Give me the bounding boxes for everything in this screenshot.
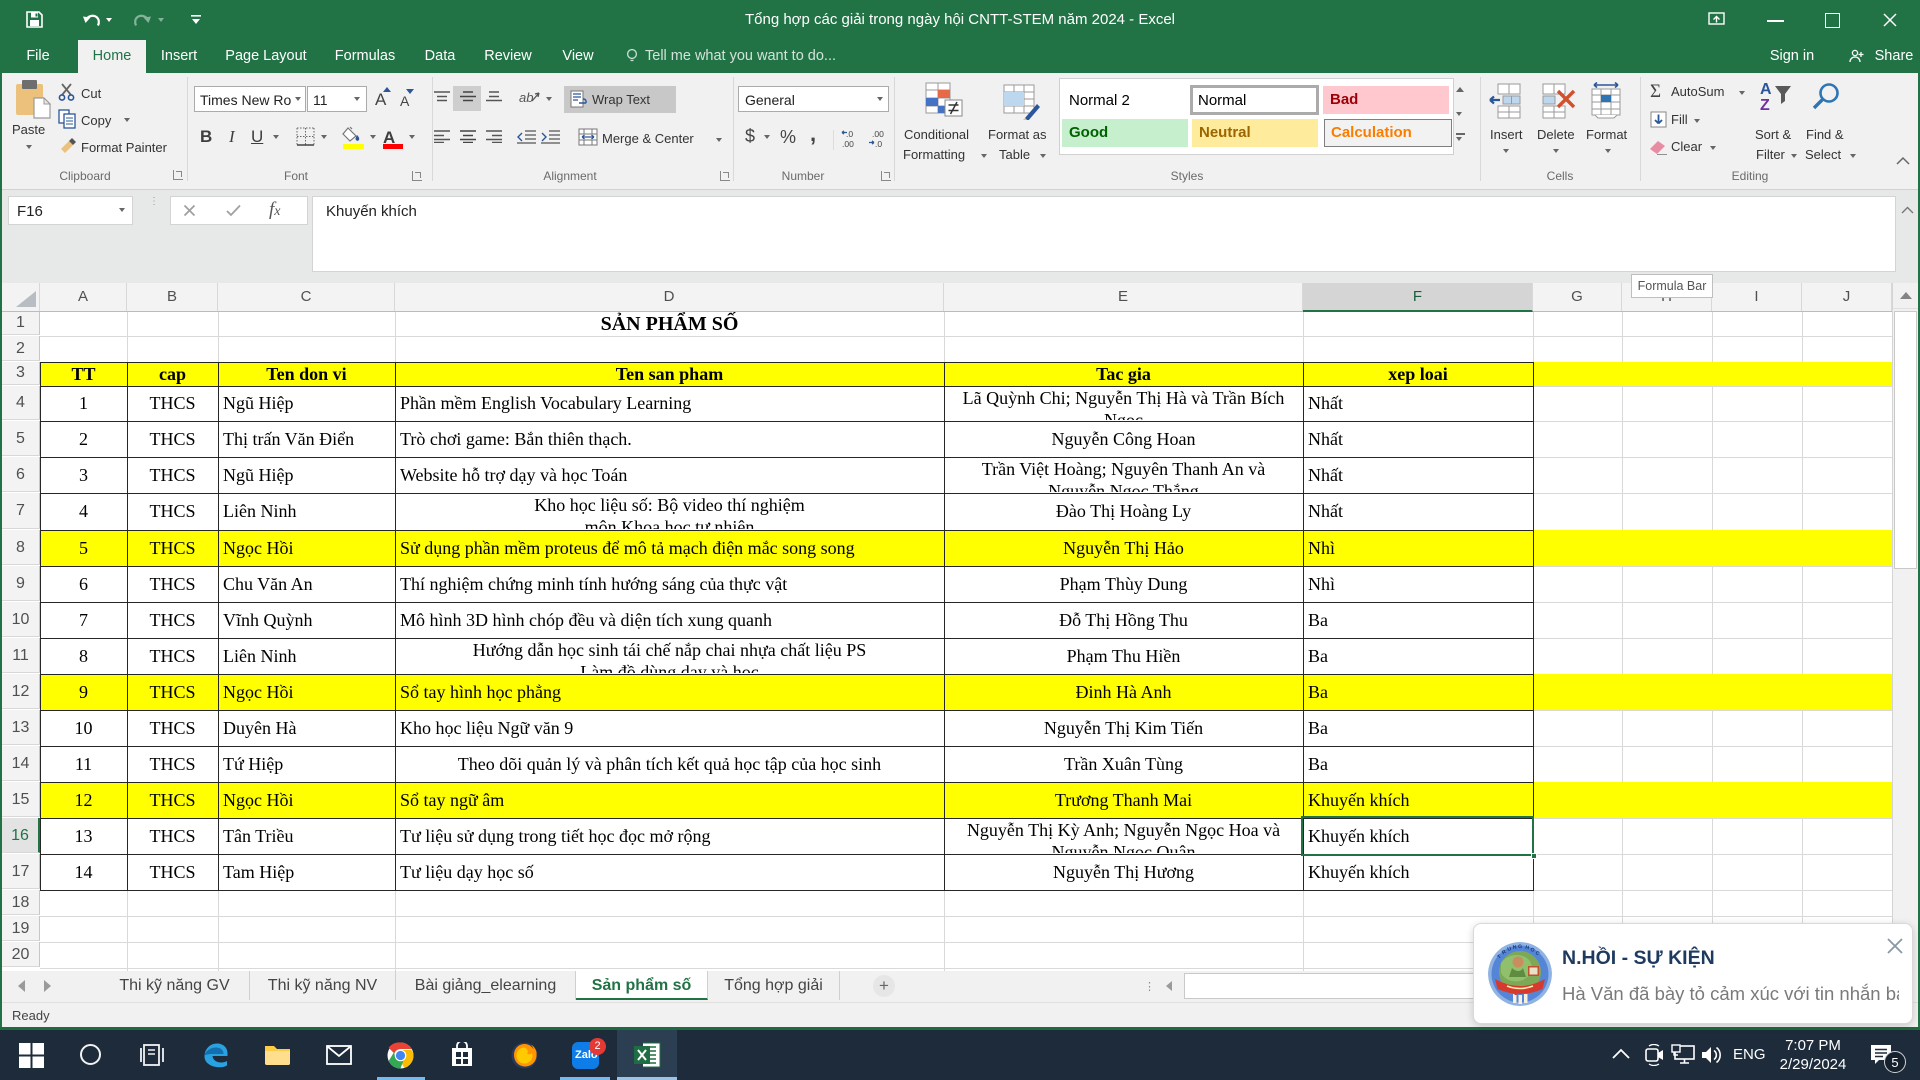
svg-text:.00: .00 <box>842 139 854 148</box>
svg-text:.0: .0 <box>875 139 882 148</box>
svg-text:.0: .0 <box>846 129 853 139</box>
svg-text:ab: ab <box>519 90 533 105</box>
svg-text:.00: .00 <box>872 129 884 139</box>
svg-text:G: G <box>1518 944 1522 950</box>
